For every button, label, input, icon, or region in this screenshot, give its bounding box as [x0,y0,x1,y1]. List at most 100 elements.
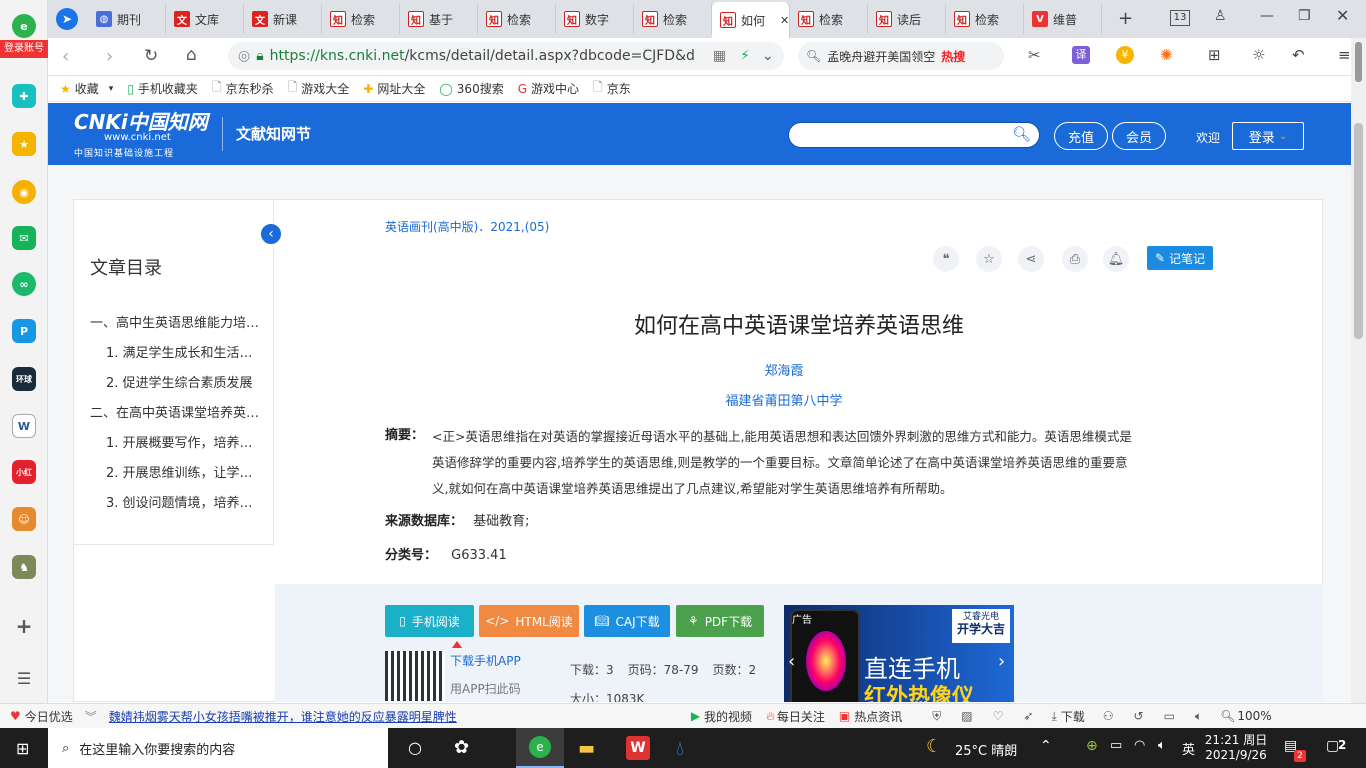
qr-icon[interactable]: ▦ [713,48,726,64]
clock[interactable]: 21:21 周日 2021/9/26 [1204,731,1268,762]
refresh-icon[interactable]: ↻ [144,46,158,66]
restore-icon[interactable]: ❐ [1298,8,1311,24]
drop-app-icon[interactable]: 💧︎ [676,736,684,760]
ime-indicator[interactable]: 英 [1182,739,1195,758]
today-picks[interactable]: 今日优选 [25,708,73,725]
menu-list-icon[interactable]: ☰ [12,666,36,690]
quote-icon[interactable]: ❝ [933,246,959,272]
mobile-read-button[interactable]: ▯ 手机阅读 [385,605,474,637]
taskbar-search[interactable]: ⌕ 在这里输入你要搜索的内容 [48,728,388,768]
browser-tab[interactable]: 知检索 [634,4,712,34]
article-affiliation[interactable]: 福建省莆田第八中学 [275,390,1293,409]
lightning-icon[interactable]: ⚡ [740,48,750,64]
add-app-icon[interactable]: ✚ [12,84,36,108]
cnki-logo[interactable]: CNKi中国知网 www.cnki.net 中国知识基础设施工程 [74,111,208,159]
browser-tab[interactable]: 知检索 [790,4,868,34]
toc-item[interactable]: 二、在高中英语课堂培养英语思维的策略 [90,402,260,421]
login-account-badge[interactable]: 登录账号 [0,40,48,58]
tray-expand-icon[interactable]: ⌃ [1040,738,1052,754]
mail-icon[interactable]: ✉ [12,226,36,250]
member-button[interactable]: 会员 [1112,122,1166,150]
news-headline[interactable]: 魏婧祎烟雾天帮小女孩捂嘴被推开，谁注意她的反应暴露明星脾性 [109,708,457,725]
close-window-icon[interactable]: ✕ [1336,6,1349,25]
journal-link[interactable]: 英语画刊(高中版) [385,220,478,234]
advertisement-banner[interactable]: 广告 ‹ › 艾睿光电 开学大吉 直连手机 红外热像仪 [784,605,1014,702]
top-scrollbar-thumb[interactable] [1355,42,1362,82]
back-icon[interactable]: ‹ [62,46,69,67]
scissors-icon[interactable]: ✂ [1028,46,1041,64]
cortana-icon[interactable]: ○ [408,738,422,757]
browser-tab[interactable]: ◍ 期刊 [88,4,166,34]
menu-icon[interactable]: ≡ [1338,46,1351,64]
toc-item[interactable]: 2. 促进学生综合素质发展 [106,372,260,391]
daily-focus[interactable]: 每日关注 [777,708,825,725]
minimize-icon[interactable]: — [1260,8,1274,24]
window-icon[interactable]: ▭ [1164,709,1175,723]
shirt-skin-icon[interactable]: ♙ [1214,8,1227,24]
browser-tab[interactable]: 知检索 [322,4,400,34]
apps-grid-icon[interactable]: ⊞ [1208,46,1221,64]
browser-logo-icon[interactable]: e [12,14,36,38]
bookmark-item[interactable]: 🗋 京东秒杀 [212,78,274,99]
xiaohongshu-icon[interactable]: 小红 [12,460,36,484]
download-app-link[interactable]: 下载手机APP [450,652,521,669]
tray-battery-icon[interactable]: ▭ [1110,738,1122,753]
top-scrollbar[interactable] [1351,38,1366,103]
collapse-toc-icon[interactable]: ‹ [259,222,283,246]
bookmark-item[interactable]: ▯ 手机收藏夹 [127,80,198,97]
download-label[interactable]: 下载 [1061,708,1085,725]
bookmark-item[interactable]: ✚ 网址大全 [363,80,425,97]
link-icon[interactable]: ∞ [12,272,36,296]
health-icon[interactable]: ♡ [993,709,1004,723]
toc-item[interactable]: 一、高中生英语思维能力培养的重要性 [90,312,260,331]
my-videos[interactable]: 我的视频 [704,708,752,725]
search-icon[interactable]: 🔍︎ [1012,125,1031,143]
browser-tab[interactable]: V 维普 [1024,4,1102,34]
coin-icon[interactable]: ¥ [1116,46,1134,64]
toc-item[interactable]: 3. 创设问题情境，培养创新思维 [106,492,260,511]
search-box[interactable]: 🔍︎ 孟晚舟避开美国领空 热搜 [798,42,1004,70]
bookmark-item[interactable]: 🗋 京东 [593,78,631,99]
bookmark-item[interactable]: ◯ 360搜索 [439,80,503,97]
add-icon[interactable]: + [12,614,36,638]
scrollbar-thumb[interactable] [1354,123,1363,339]
global-game-icon[interactable]: 环球 [12,367,36,391]
bookmark-item[interactable]: G 游戏中心 [518,80,579,97]
volume-icon[interactable]: 🔈︎ [1195,709,1202,724]
word-doc-icon[interactable]: W [12,414,36,438]
shield-icon[interactable]: ⛨ [932,709,941,724]
game-soldier-icon[interactable]: ♞ [12,555,36,579]
new-tab-icon[interactable]: + [1118,8,1133,29]
browser-tab[interactable]: 知检索 [478,4,556,34]
weibo-icon[interactable]: ◉ [12,180,36,204]
page-scrollbar[interactable] [1351,103,1366,703]
article-author[interactable]: 郑海霞 [275,360,1293,379]
take-notes-button[interactable]: ✎ 记笔记 [1147,246,1213,270]
login-button[interactable]: 登录 ⌄ [1232,122,1304,150]
tray-app-icon[interactable]: ⊕ [1086,738,1098,754]
browser-tab[interactable]: 知数字 [556,4,634,34]
favorites-star-icon[interactable]: ★ [12,132,36,156]
url-bar[interactable]: ◎ 🔒︎ https://kns.cnki.net /kcms/detail/d… [228,42,784,70]
zoom-level[interactable]: 100% [1237,709,1271,723]
speaker-icon[interactable]: 🔈︎ [1158,738,1166,753]
carousel-prev-icon[interactable]: ‹ [788,651,795,672]
rocket-icon[interactable]: ➶ [1023,709,1033,723]
cnki-search-input[interactable]: 🔍︎ [788,122,1040,148]
carousel-next-icon[interactable]: › [998,651,1005,672]
file-explorer-icon[interactable]: ▬ [578,738,595,759]
html-read-button[interactable]: </> HTML阅读 [479,605,579,637]
tab-count-badge[interactable]: 13 [1170,10,1190,26]
image-icon[interactable]: ▨ [961,709,972,723]
wifi-icon[interactable]: ◠ [1134,738,1145,753]
share-icon[interactable]: ⋖ [1018,246,1044,272]
browser-tab[interactable]: 知读后 [868,4,946,34]
home-icon[interactable]: ⌂ [186,45,197,65]
hot-news[interactable]: 热点资讯 [854,708,902,725]
dropdown-arrow-icon[interactable]: ▾ [109,84,114,94]
pdf-download-button[interactable]: ⚘ PDF下载 [676,605,764,637]
game-avatar-icon[interactable]: ☺ [12,507,36,531]
brightness-icon[interactable]: ☼ [1252,46,1265,64]
caj-download-button[interactable]: 📖︎ CAJ下载 [584,605,670,637]
wps-icon[interactable]: W [626,736,650,760]
